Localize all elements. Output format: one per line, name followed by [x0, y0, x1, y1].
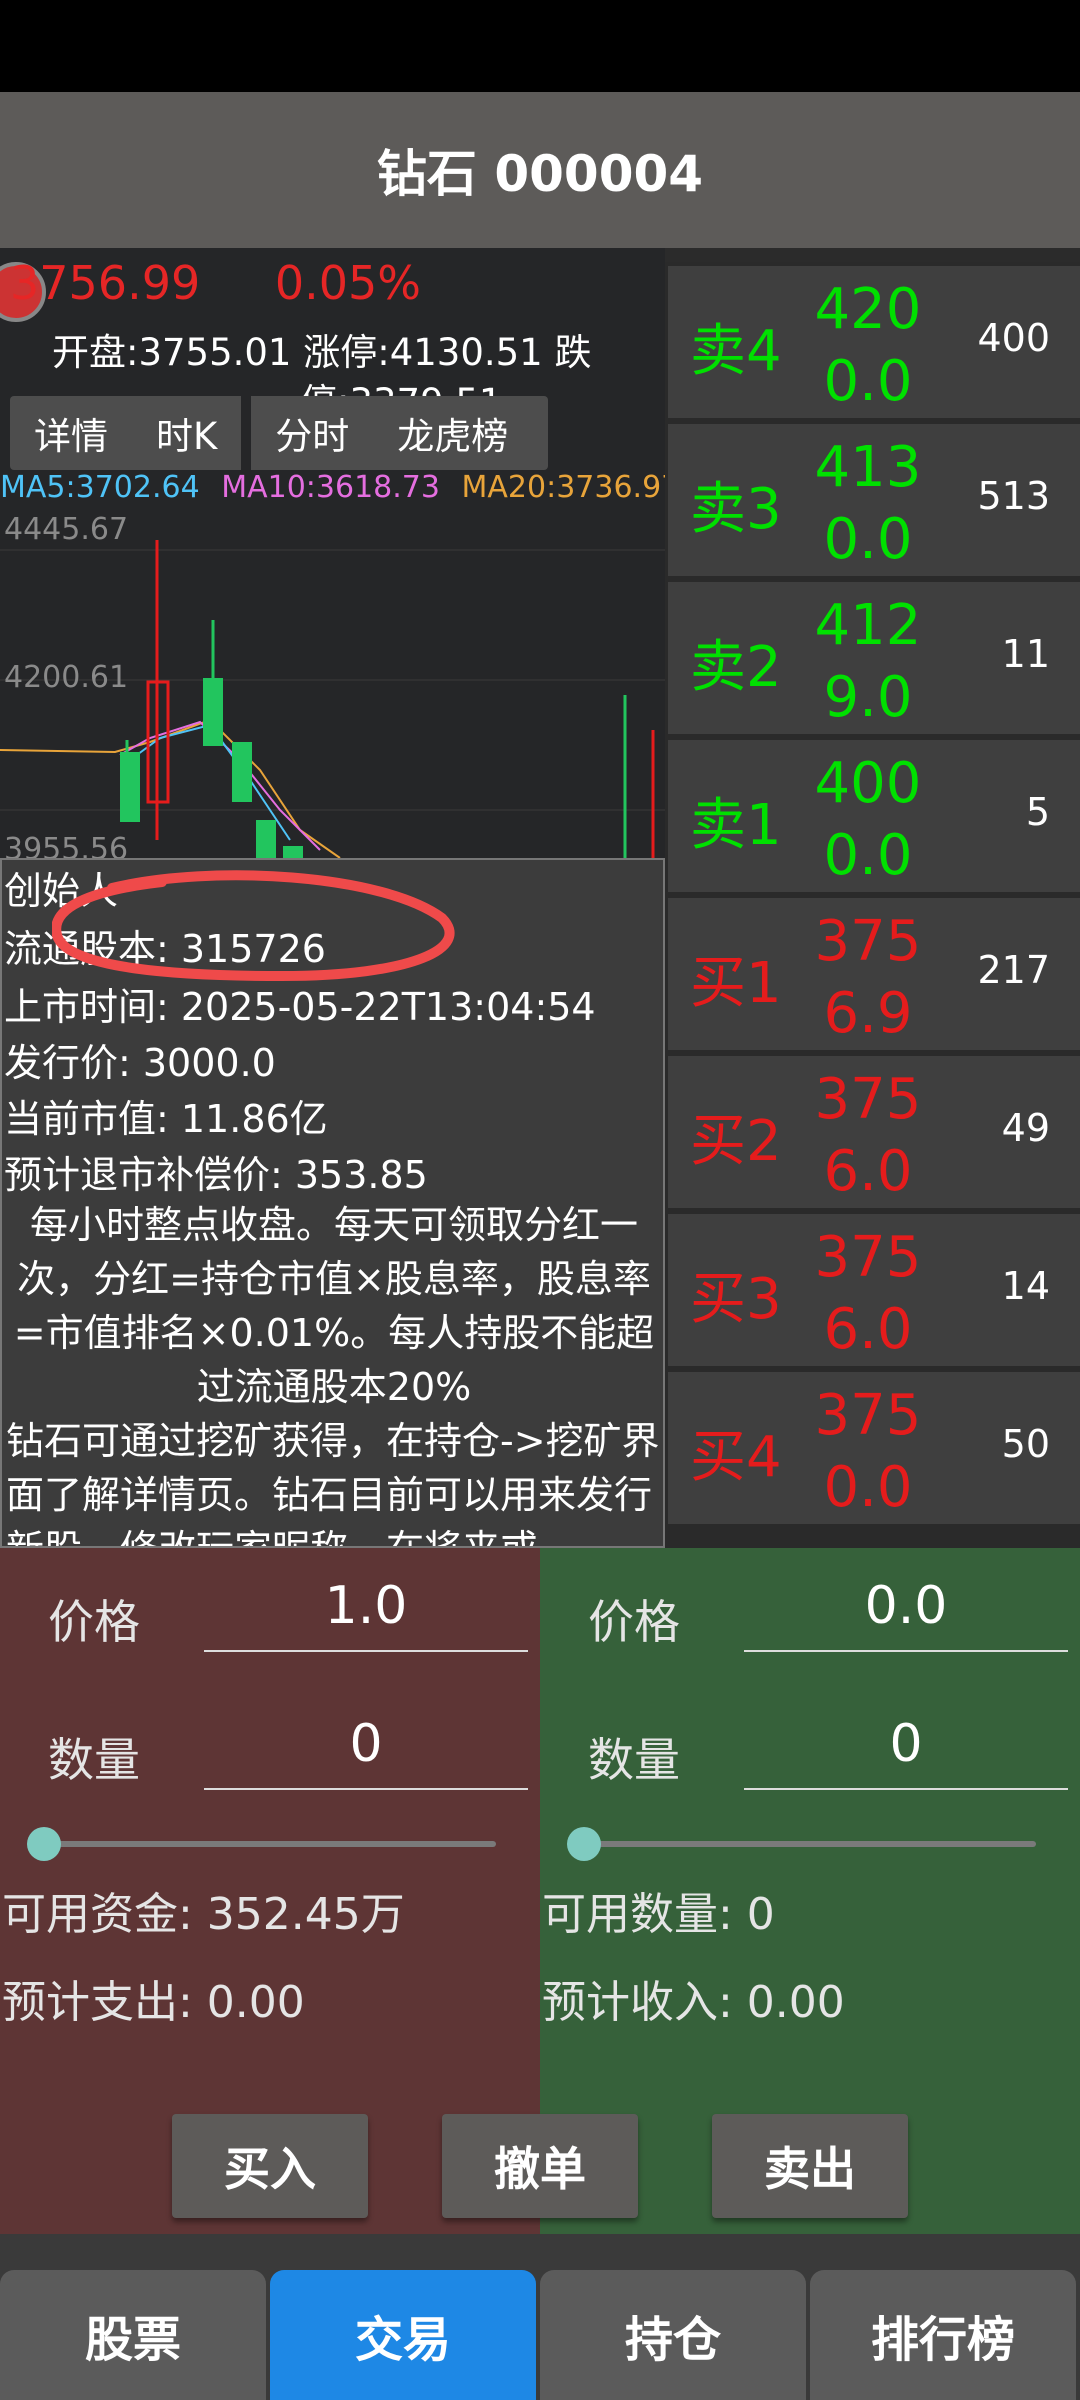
available-funds: 可用资金: 352.45万: [2, 1889, 405, 1940]
order-quantity: 50: [1001, 1422, 1050, 1466]
axis-label: 4445.67: [4, 512, 129, 547]
candle: [232, 742, 252, 802]
order-book-row[interactable]: 卖4 4200.0 400: [668, 266, 1080, 418]
tab-divider: [241, 396, 252, 470]
order-quantity: 217: [977, 948, 1050, 992]
order-price: 4000.0: [814, 751, 922, 888]
chart-tab-bar: 详情 时K 分时 龙虎榜: [10, 396, 548, 470]
order-level-label: 买2: [690, 1109, 782, 1174]
order-price: 3750.0: [814, 1383, 922, 1520]
sell-slider-knob[interactable]: [567, 1827, 601, 1861]
order-level-label: 买3: [690, 1267, 782, 1332]
sell-price-label: 价格: [588, 1595, 680, 1649]
order-price: 4129.0: [814, 593, 922, 730]
candle: [283, 846, 303, 858]
buy-slider-knob[interactable]: [27, 1827, 61, 1861]
buy-price-label: 价格: [48, 1595, 140, 1649]
order-book-row[interactable]: 买13756.99217: [668, 898, 1080, 1118]
order-quantity: 11: [1001, 632, 1050, 676]
buy-button[interactable]: 买入: [172, 2114, 368, 2218]
buy-qty-slider[interactable]: [44, 1841, 496, 1847]
order-level-label: 买1: [690, 951, 782, 1016]
current-price: 3756.99: [10, 256, 201, 310]
ma-legend: MA5:3702.64 MA10:3618.73 MA20:3736.97: [0, 470, 680, 505]
ma20-value: MA20:3736.97: [461, 470, 681, 505]
change-percent: 0.05%: [274, 256, 421, 310]
nav-tab[interactable]: 排行榜: [810, 2270, 1076, 2400]
order-quantity: 14: [1001, 1264, 1050, 1308]
sell-price-input[interactable]: 0.0: [744, 1576, 1068, 1652]
order-level-label: 买4: [690, 1425, 782, 1490]
tab-hour-k[interactable]: 时K: [132, 406, 241, 460]
order-book-row[interactable]: 卖3 4130.0 513: [668, 424, 1080, 576]
order-book-row[interactable]: 买23756.0149: [668, 1056, 1080, 1276]
order-price: 4200.0: [814, 277, 922, 414]
expected-expense: 预计支出: 0.00: [2, 1977, 305, 2028]
axis-label: 4200.61: [4, 660, 129, 695]
nav-tab[interactable]: 股票: [0, 2270, 266, 2400]
tab-details[interactable]: 详情: [10, 406, 132, 460]
order-quantity: 49: [1001, 1106, 1050, 1150]
ma5-value: MA5:3702.64: [0, 470, 200, 505]
order-level-label: 卖3: [690, 477, 782, 542]
available-quantity: 可用数量: 0: [542, 1889, 775, 1940]
order-price: 4130.0: [814, 435, 922, 572]
expected-income: 预计收入: 0.00: [542, 1977, 845, 2028]
nav-tab[interactable]: 持仓: [540, 2270, 806, 2400]
cancel-order-button[interactable]: 撤单: [442, 2114, 638, 2218]
buy-qty-input[interactable]: 0: [204, 1714, 528, 1790]
nav-tab[interactable]: 交易: [270, 2270, 536, 2400]
order-quantity: 5: [1025, 790, 1050, 834]
candle: [256, 820, 276, 858]
tab-timeshare[interactable]: 分时: [251, 406, 373, 460]
dividend-rules: 每小时整点收盘。每天可领取分红一次，分红=持仓市值×股息率，股息率=市值排名×0…: [13, 1203, 655, 1409]
candle: [120, 752, 140, 822]
market-value: 当前市值: 11.86亿: [4, 1097, 328, 1141]
highlight-circle-annotation: [52, 870, 455, 982]
tab-dragon-tiger[interactable]: 龙虎榜: [373, 406, 532, 460]
order-quantity: 513: [977, 474, 1050, 518]
ma10-value: MA10:3618.73: [221, 470, 440, 505]
buy-price-input[interactable]: 1.0: [204, 1576, 528, 1652]
buy-qty-label: 数量: [48, 1733, 140, 1787]
order-book-row[interactable]: 买4 3750.0 50: [668, 1372, 1080, 1524]
title-bar: 钻石 000004: [0, 92, 1080, 248]
sell-qty-label: 数量: [588, 1733, 680, 1787]
issue-price: 发行价: 3000.0: [4, 1041, 276, 1085]
candle: [203, 678, 223, 746]
page-title: 钻石 000004: [376, 145, 704, 203]
order-book-row[interactable]: 卖2 4129.0 11: [668, 582, 1080, 734]
order-level-label: 卖4: [690, 319, 782, 384]
order-level-label: 卖1: [690, 793, 782, 858]
sell-button[interactable]: 卖出: [712, 2114, 908, 2218]
mining-note: 钻石可通过挖矿获得，在持仓->挖矿界面了解详情页。钻石目前可以用来发行新股，修改…: [6, 1419, 660, 1546]
order-book-row[interactable]: 卖1 4000.0 5: [668, 740, 1080, 892]
sell-qty-slider[interactable]: [584, 1841, 1036, 1847]
order-book-row[interactable]: 买3 3756.0 14: [668, 1214, 1080, 1366]
sell-qty-input[interactable]: 0: [744, 1714, 1068, 1790]
open-limit-line: 开盘:3755.01 涨停:4130.51 跌: [52, 331, 592, 374]
order-quantity: 400: [977, 316, 1050, 360]
order-price: 3756.0: [814, 1225, 922, 1362]
order-level-label: 卖2: [690, 635, 782, 700]
delist-compensation: 预计退市补偿价: 353.85: [4, 1153, 428, 1197]
quote-line: 3756.99 0.05%: [10, 256, 421, 310]
status-bar: [0, 0, 1080, 92]
